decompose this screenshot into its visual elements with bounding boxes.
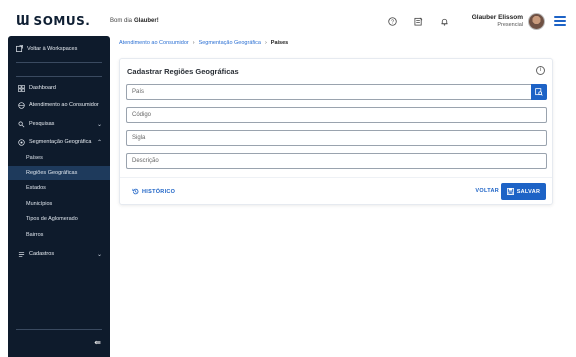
subitem-label: Bairros (26, 232, 44, 238)
workspace-label: Voltar à Workspaces (27, 45, 78, 52)
user-block[interactable]: Glauber Elissom Presencial (472, 0, 576, 42)
sidebar: Voltar à Workspaces Dashboard Atendiment… (8, 36, 110, 357)
sidebar-item-label: Segmentação Geográfica (29, 139, 92, 145)
sidebar-item-label: Atendimento ao Consumidor (29, 102, 99, 108)
geo-icon (18, 138, 25, 146)
form-actions: HISTÓRICO VOLTAR SALVAR (120, 177, 552, 205)
avatar[interactable] (528, 12, 545, 30)
collapse-sidebar-icon[interactable]: ⇚ (94, 338, 101, 347)
save-icon (506, 188, 514, 195)
logo-mark: Ɯ (16, 13, 30, 29)
breadcrumb-item[interactable]: Atendimento ao Consumidor (119, 40, 189, 46)
sidebar-divider (16, 329, 102, 330)
code-field[interactable]: Código (126, 107, 547, 123)
history-button[interactable]: HISTÓRICO (132, 188, 175, 195)
search-list-icon (535, 88, 543, 96)
search-list-icon (18, 121, 25, 128)
acronym-placeholder: Sigla (132, 135, 146, 141)
subitem-label: Tipos de Aglomerado (26, 216, 78, 222)
save-label: SALVAR (516, 188, 541, 195)
sidebar-subitem-estados[interactable]: Estados (8, 181, 110, 195)
info-icon[interactable]: i (536, 66, 545, 75)
svg-text:?: ? (391, 19, 394, 25)
history-icon (132, 188, 139, 195)
breadcrumb-separator: › (264, 40, 267, 46)
checklist-icon[interactable] (414, 16, 424, 26)
greeting: Bom dia Glauber! (110, 0, 388, 42)
back-to-workspaces-button[interactable]: Voltar à Workspaces (16, 45, 77, 52)
menu-icon[interactable] (554, 16, 566, 26)
sidebar-item-label: Pesquisas (29, 121, 55, 127)
description-field[interactable]: Descrição (126, 153, 547, 169)
sidebar-divider (16, 76, 102, 77)
breadcrumb: Atendimento ao Consumidor › Segmentação … (119, 40, 288, 46)
breadcrumb-current: Países (270, 40, 289, 46)
history-label: HISTÓRICO (142, 188, 176, 195)
logo-text: SOMUS. (33, 14, 91, 28)
sidebar-subitem-bairros[interactable]: Bairros (8, 228, 110, 242)
code-placeholder: Código (132, 112, 152, 118)
greeting-name: Glauber! (134, 18, 159, 24)
chevron-down-icon: ⌄ (96, 121, 102, 128)
sidebar-item-atendimento[interactable]: Atendimento ao Consumidor (8, 98, 110, 112)
sidebar-item-segmentacao[interactable]: Segmentação Geográfica ⌃ (8, 135, 110, 149)
register-icon (18, 251, 25, 258)
user-name: Glauber Elissom (471, 13, 523, 21)
sidebar-item-dashboard[interactable]: Dashboard (8, 81, 110, 95)
breadcrumb-separator: › (192, 40, 195, 46)
country-search-button[interactable] (531, 84, 547, 100)
bell-icon[interactable] (440, 16, 450, 26)
dashboard-icon (18, 84, 25, 92)
user-role: Presencial (497, 21, 523, 28)
page-title: Cadastrar Regiões Geográficas (127, 67, 239, 76)
sidebar-subitem-paises[interactable]: Países (8, 151, 110, 165)
subitem-label: Países (26, 155, 43, 161)
sidebar-item-label: Cadastros (29, 251, 55, 257)
save-button[interactable]: SALVAR (501, 183, 546, 200)
sidebar-item-pesquisas[interactable]: Pesquisas ⌄ (8, 117, 110, 131)
country-placeholder: País (132, 89, 145, 95)
sidebar-item-label: Dashboard (29, 85, 56, 91)
form-card: Cadastrar Regiões Geográficas i País Cód… (119, 58, 553, 205)
sidebar-subitem-municipios[interactable]: Municípios (8, 197, 110, 211)
help-icon[interactable]: ? (388, 16, 398, 26)
acronym-field[interactable]: Sigla (126, 130, 547, 146)
description-placeholder: Descrição (132, 158, 159, 164)
top-icons: ? (388, 0, 472, 42)
workspace-icon (16, 45, 23, 52)
sidebar-subitem-regioes[interactable]: Regiões Geográficas (8, 166, 110, 180)
subitem-label: Municípios (26, 201, 53, 207)
sidebar-subitem-aglomerado[interactable]: Tipos de Aglomerado (8, 212, 110, 226)
subitem-label: Regiões Geográficas (26, 170, 78, 176)
support-icon (18, 101, 25, 109)
sidebar-divider (16, 62, 102, 63)
chevron-down-icon: ⌄ (96, 251, 102, 258)
chevron-up-icon: ⌃ (96, 139, 102, 146)
breadcrumb-item[interactable]: Segmentação Geográfica (199, 40, 261, 46)
country-field[interactable]: País (126, 84, 547, 100)
sidebar-item-cadastros[interactable]: Cadastros ⌄ (8, 247, 110, 261)
greeting-prefix: Bom dia (110, 18, 133, 24)
back-button[interactable]: VOLTAR (475, 188, 499, 194)
subitem-label: Estados (26, 185, 46, 191)
